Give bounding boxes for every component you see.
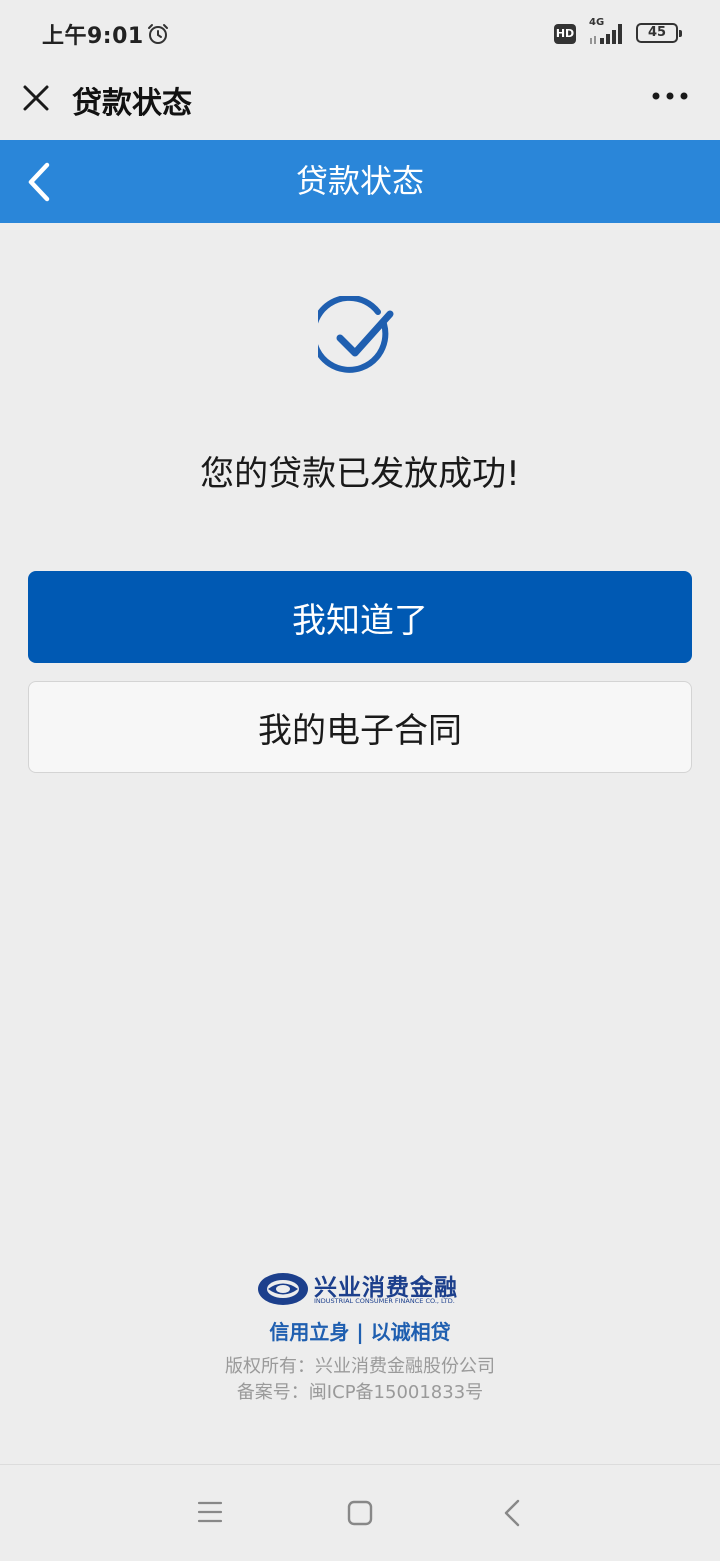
company-logo: 兴业消费金融 INDUSTRIAL CONSUMER FINANCE CO., …: [256, 1268, 468, 1312]
system-nav-bar: [0, 1464, 720, 1561]
signal-icon: [590, 24, 622, 44]
alarm-icon: [148, 24, 168, 44]
page-title: 贷款状态: [295, 162, 424, 200]
menu-icon[interactable]: [196, 1499, 224, 1525]
logo-english-name: INDUSTRIAL CONSUMER FINANCE CO., LTD.: [314, 1297, 455, 1305]
more-icon[interactable]: [648, 84, 692, 108]
check-circle-icon: [318, 296, 394, 373]
status-time: 上午9:01: [42, 24, 144, 49]
acknowledge-button[interactable]: 我知道了: [28, 571, 692, 663]
status-bar: 上午9:01 HD 4G 45: [0, 0, 720, 68]
nav-back-icon[interactable]: [500, 1497, 524, 1529]
webview-title: 贷款状态: [72, 86, 192, 121]
electronic-contract-button[interactable]: 我的电子合同: [28, 681, 692, 773]
icp-record-text: 备案号：闽ICP备15001833号: [236, 1382, 484, 1403]
battery-indicator: 45: [636, 23, 682, 43]
logo-mark-icon: [258, 1273, 308, 1305]
copyright-text: 版权所有：兴业消费金融股份公司: [225, 1356, 495, 1377]
close-icon[interactable]: [20, 82, 52, 114]
back-icon[interactable]: [24, 160, 56, 204]
company-slogan: 信用立身 | 以诚相贷: [269, 1320, 451, 1344]
loan-status-message: 您的贷款已发放成功!: [200, 454, 520, 494]
hd-badge: HD: [554, 24, 576, 44]
app-header: 贷款状态: [0, 140, 720, 223]
home-icon[interactable]: [346, 1499, 374, 1527]
webview-header: 贷款状态: [0, 68, 720, 140]
